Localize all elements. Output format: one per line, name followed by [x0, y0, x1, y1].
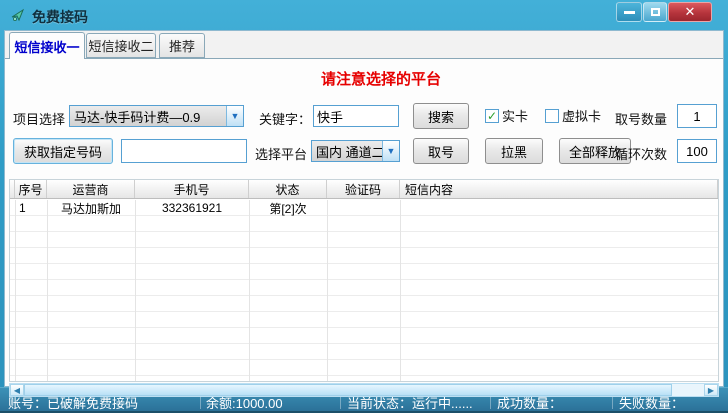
- close-button[interactable]: ✕: [668, 2, 712, 22]
- horizontal-scrollbar[interactable]: ◀ ▶: [9, 383, 719, 397]
- scroll-right-icon[interactable]: ▶: [704, 384, 718, 396]
- tab-sms-receive-2[interactable]: 短信接收二: [86, 33, 156, 58]
- cell-code: [327, 200, 400, 216]
- platform-select-label: 选择平台: [255, 144, 307, 163]
- keyword-input-value: 快手: [317, 107, 343, 126]
- col-index[interactable]: 序号: [15, 180, 47, 198]
- col-sms[interactable]: 短信内容: [400, 180, 718, 198]
- grid-lines: [10, 200, 718, 381]
- specified-number-input[interactable]: [121, 139, 247, 163]
- maximize-icon: [651, 8, 660, 16]
- tab-label: 短信接收二: [88, 36, 153, 55]
- cell-operator: 马达加斯加: [47, 200, 135, 216]
- loop-count-input[interactable]: 100: [677, 139, 717, 163]
- tab-page: 请注意选择的平台 项目选择 马达-快手码计费—0.9 ▼ 关键字： 快手 搜索 …: [5, 58, 723, 386]
- tab-label: 短信接收一: [14, 37, 79, 56]
- minimize-button[interactable]: [616, 2, 642, 22]
- real-card-label: 实卡: [502, 106, 528, 125]
- take-number-label: 取号: [428, 142, 454, 161]
- take-count-input[interactable]: 1: [677, 104, 717, 128]
- checkbox-checked-icon: ✓: [485, 109, 499, 123]
- virtual-card-label: 虚拟卡: [562, 106, 601, 125]
- project-select-value: 马达-快手码计费—0.9: [70, 106, 226, 126]
- cell-sms: [400, 200, 718, 216]
- keyword-input[interactable]: 快手: [313, 105, 399, 127]
- sms-table: 序号 运营商 手机号 状态 验证码 短信内容 1 马达加斯加 332361921…: [9, 179, 719, 382]
- window-title: 免费接码: [32, 7, 88, 27]
- blacklist-label: 拉黑: [501, 142, 527, 161]
- checkbox-unchecked-icon: [545, 109, 559, 123]
- maximize-button[interactable]: [643, 2, 667, 22]
- platform-select-dropdown[interactable]: 国内 通道二 ▼: [311, 140, 400, 162]
- col-code[interactable]: 验证码: [327, 180, 400, 198]
- minimize-icon: [624, 11, 635, 14]
- take-count-label: 取号数量: [615, 109, 667, 128]
- take-count-value: 1: [693, 109, 700, 124]
- col-phone[interactable]: 手机号: [135, 180, 249, 198]
- tab-label: 推荐: [169, 36, 195, 55]
- tab-recommend[interactable]: 推荐: [159, 33, 205, 58]
- platform-notice-text: 请注意选择的平台: [321, 68, 521, 89]
- col-operator[interactable]: 运营商: [47, 180, 135, 198]
- keyword-label: 关键字：: [259, 109, 311, 128]
- project-select-dropdown[interactable]: 马达-快手码计费—0.9 ▼: [69, 105, 244, 127]
- tab-sms-receive-1[interactable]: 短信接收一: [9, 32, 85, 59]
- chevron-down-icon[interactable]: ▼: [226, 106, 243, 126]
- chevron-down-icon[interactable]: ▼: [382, 141, 399, 161]
- blacklist-button[interactable]: 拉黑: [485, 138, 543, 164]
- col-status[interactable]: 状态: [249, 180, 327, 198]
- release-all-label: 全部释放: [569, 142, 621, 161]
- scroll-left-icon[interactable]: ◀: [10, 384, 24, 396]
- project-select-label: 项目选择: [13, 109, 65, 128]
- app-icon: [10, 7, 26, 23]
- cell-status: 第[2]次: [249, 200, 327, 216]
- real-card-checkbox[interactable]: ✓ 实卡: [485, 106, 528, 125]
- platform-select-value: 国内 通道二: [312, 141, 382, 161]
- scrollbar-thumb[interactable]: [24, 384, 672, 396]
- take-number-button[interactable]: 取号: [413, 138, 469, 164]
- virtual-card-checkbox[interactable]: 虚拟卡: [545, 106, 601, 125]
- get-specified-number-label: 获取指定号码: [24, 142, 102, 161]
- get-specified-number-button[interactable]: 获取指定号码: [13, 138, 113, 164]
- table-header: 序号 运营商 手机号 状态 验证码 短信内容: [10, 180, 718, 199]
- search-button-label: 搜索: [428, 107, 454, 126]
- close-icon: ✕: [685, 4, 696, 20]
- loop-count-label: 循环次数: [615, 144, 667, 163]
- loop-count-value: 100: [686, 144, 708, 159]
- table-row[interactable]: 1 马达加斯加 332361921 第[2]次: [10, 200, 718, 216]
- client-area: 短信接收一 短信接收二 推荐 请注意选择的平台 项目选择 马达-快手码计费—0.…: [4, 30, 724, 387]
- title-bar: 免费接码 ✕: [0, 0, 728, 30]
- cell-phone: 332361921: [135, 200, 249, 216]
- cell-index: 1: [15, 200, 47, 216]
- search-button[interactable]: 搜索: [413, 103, 469, 129]
